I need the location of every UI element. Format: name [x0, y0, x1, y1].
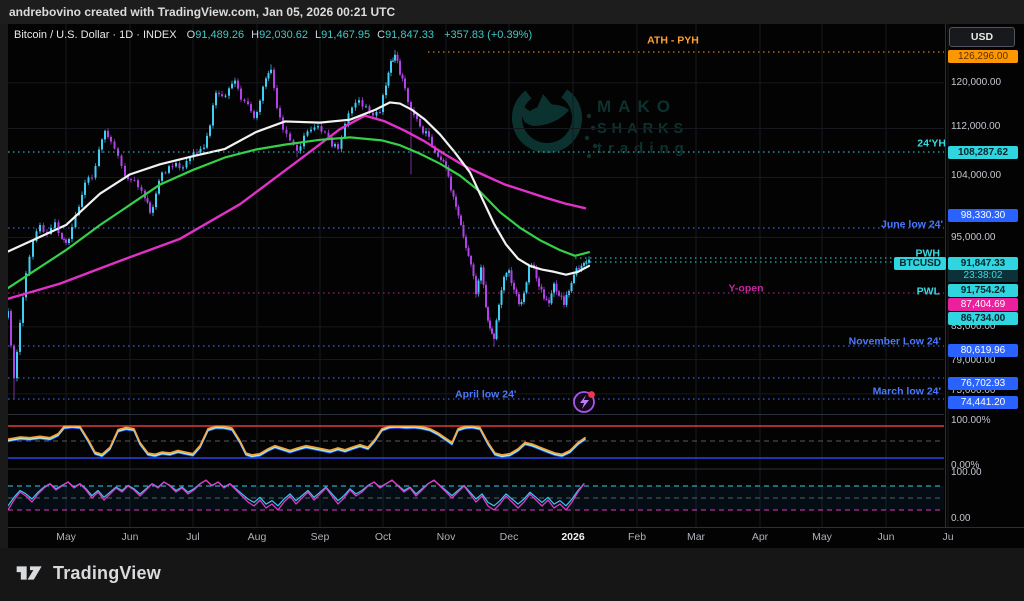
price-axis-label: 79,000.00 [951, 355, 996, 366]
credit-text: andrebovino created with TradingView.com… [9, 5, 395, 19]
level-label: PWL [917, 286, 941, 298]
level-label: ATH - PYH [647, 35, 699, 47]
time-axis-label: 2026 [555, 531, 591, 543]
price-badge: 91,847.33 [948, 257, 1018, 270]
price-badge: 98,330.30 [948, 209, 1018, 222]
price-axis-label: 0.00 [951, 513, 970, 524]
credit-bar: andrebovino created with TradingView.com… [0, 0, 1024, 24]
level-label: March low 24' [873, 386, 941, 398]
level-label: June low 24' [881, 219, 943, 231]
time-axis-label: Jun [868, 531, 904, 543]
price-axis-label: 100.00% [951, 415, 990, 426]
level-label: November Low 24' [849, 336, 941, 348]
time-axis-label: Oct [365, 531, 401, 543]
change-value: +357.83 (+0.39%) [444, 29, 532, 41]
tradingview-wordmark: TradingView [53, 563, 161, 584]
price-badge: 76,702.93 [948, 377, 1018, 390]
ohlc-values: O91,489.26H92,030.62L91,467.95C91,847.33 [180, 29, 434, 41]
time-axis-label: May [804, 531, 840, 543]
time-axis-label: Mar [678, 531, 714, 543]
price-badge: 74,441.20 [948, 396, 1018, 409]
ohlc-value: 92,030.62 [259, 29, 308, 41]
time-axis-label: Ju [930, 531, 966, 543]
ohlc-key: C [377, 29, 385, 41]
tradingview-logo[interactable]: TradingView [15, 560, 161, 586]
price-badge: 87,404.69 [948, 298, 1018, 311]
time-axis-label: Apr [742, 531, 778, 543]
price-badge: 80,619.96 [948, 344, 1018, 357]
symbol-legend: Bitcoin / U.S. Dollar · 1D · INDEX O91,4… [14, 29, 532, 41]
time-axis-label: Jul [175, 531, 211, 543]
level-label: 24'YH [917, 138, 946, 150]
time-axis-label: Jun [112, 531, 148, 543]
events-icon[interactable] [574, 391, 595, 412]
svg-text:SHARKS: SHARKS [597, 121, 688, 137]
price-axis-label: 104,000.00 [951, 170, 1001, 181]
ohlc-value: 91,489.26 [195, 29, 244, 41]
price-axis-label: 120,000.00 [951, 77, 1001, 88]
svg-text:trading: trading [597, 140, 690, 157]
price-badge: 86,734.00 [948, 312, 1018, 325]
tradingview-logo-icon [15, 560, 45, 586]
ohlc-value: 91,847.33 [385, 29, 434, 41]
time-axis-label: May [48, 531, 84, 543]
price-badge: 91,754.24 [948, 284, 1018, 297]
price-badge: 126,296.00 [948, 50, 1018, 63]
price-axis-label: 100.00 [951, 467, 982, 478]
bar-countdown: 23:38:02 [948, 270, 1018, 282]
time-axis-label: Aug [239, 531, 275, 543]
level-label: Y-open [728, 283, 763, 295]
price-axis-label: 112,000.00 [951, 121, 1000, 132]
ohlc-value: 91,467.95 [321, 29, 370, 41]
time-axis-label: Sep [302, 531, 338, 543]
left-margin [0, 24, 8, 548]
time-axis-label: Dec [491, 531, 527, 543]
price-badge: 108,287.62 [948, 146, 1018, 159]
footer-bar: TradingView [0, 548, 1024, 601]
ohlc-key: H [251, 29, 259, 41]
chart-canvas[interactable]: MAKOSHARKStradingATH - PYH24'YHJune low … [0, 24, 1024, 548]
symbol-title[interactable]: Bitcoin / U.S. Dollar · 1D · INDEX [14, 29, 177, 41]
chart-area[interactable]: MAKOSHARKStradingATH - PYH24'YHJune low … [0, 24, 1024, 548]
symbol-price-label: BTCUSD [894, 257, 946, 270]
time-axis-label: Feb [619, 531, 655, 543]
level-label: April low 24' [455, 389, 516, 401]
price-axis-label: 95,000.00 [951, 232, 996, 243]
time-axis-label: Nov [428, 531, 464, 543]
ohlc-key: O [187, 29, 196, 41]
currency-toggle-button[interactable]: USD [949, 27, 1015, 47]
